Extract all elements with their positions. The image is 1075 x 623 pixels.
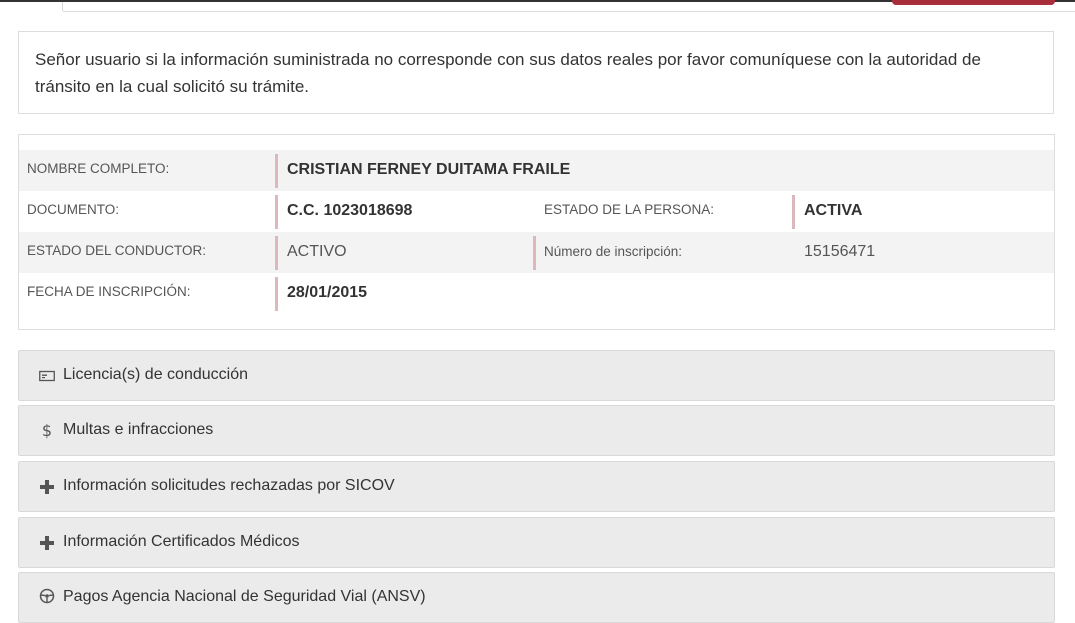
- numero-inscripcion-label: Número de inscripción:: [533, 236, 682, 270]
- id-card-icon: [38, 351, 56, 400]
- estado-conductor-label: ESTADO DEL CONDUCTOR:: [27, 243, 207, 258]
- dollar-icon: $: [41, 421, 53, 440]
- panel-title: Información solicitudes rechazadas por S…: [63, 477, 395, 494]
- panel-title: Multas e infracciones: [63, 421, 214, 438]
- steering-wheel-icon: [38, 573, 56, 622]
- info-row-documento: DOCUMENTO: C.C. 1023018698 ESTADO DE LA …: [19, 191, 1054, 232]
- info-notice: Señor usuario si la información suminist…: [18, 31, 1054, 114]
- person-info-box: NOMBRE COMPLETO: CRISTIAN FERNEY DUITAMA…: [18, 134, 1055, 330]
- numero-inscripcion-value: 15156471: [804, 243, 876, 260]
- fecha-inscripcion-value: 28/01/2015: [275, 277, 367, 311]
- estado-persona-label: ESTADO DE LA PERSONA:: [544, 202, 715, 217]
- panel-pagos-ansv[interactable]: Pagos Agencia Nacional de Seguridad Vial…: [18, 572, 1055, 623]
- notice-text: Señor usuario si la información suminist…: [35, 50, 981, 96]
- estado-persona-value: ACTIVA: [792, 195, 862, 229]
- info-row-fecha: FECHA DE INSCRIPCIÓN: 28/01/2015: [19, 273, 1054, 314]
- top-action-button[interactable]: [892, 0, 1055, 5]
- fecha-inscripcion-label: FECHA DE INSCRIPCIÓN:: [27, 284, 191, 299]
- info-row-nombre: NOMBRE COMPLETO: CRISTIAN FERNEY DUITAMA…: [19, 150, 1054, 191]
- panel-title: Información Certificados Médicos: [63, 533, 300, 550]
- panel-title: Licencia(s) de conducción: [63, 366, 248, 383]
- panel-rechazadas-sicov[interactable]: Información solicitudes rechazadas por S…: [18, 461, 1055, 512]
- estado-conductor-value: ACTIVO: [275, 236, 347, 270]
- documento-value: C.C. 1023018698: [275, 195, 412, 229]
- panel-certificados-medicos[interactable]: Información Certificados Médicos: [18, 517, 1055, 568]
- tab-separator: [62, 2, 63, 11]
- cross-icon: [38, 518, 56, 567]
- panel-licencias[interactable]: Licencia(s) de conducción: [18, 350, 1055, 401]
- info-row-estado-conductor: ESTADO DEL CONDUCTOR: ACTIVO Número de i…: [19, 232, 1054, 273]
- panel-multas[interactable]: $ Multas e infracciones: [18, 405, 1055, 456]
- cross-icon: [38, 462, 56, 511]
- nombre-label: NOMBRE COMPLETO:: [27, 161, 170, 176]
- documento-label: DOCUMENTO:: [27, 202, 120, 217]
- top-tab-strip: [0, 0, 1075, 16]
- tab-underline: [63, 11, 1075, 12]
- panel-title: Pagos Agencia Nacional de Seguridad Vial…: [63, 588, 426, 605]
- nombre-value: CRISTIAN FERNEY DUITAMA FRAILE: [275, 154, 570, 188]
